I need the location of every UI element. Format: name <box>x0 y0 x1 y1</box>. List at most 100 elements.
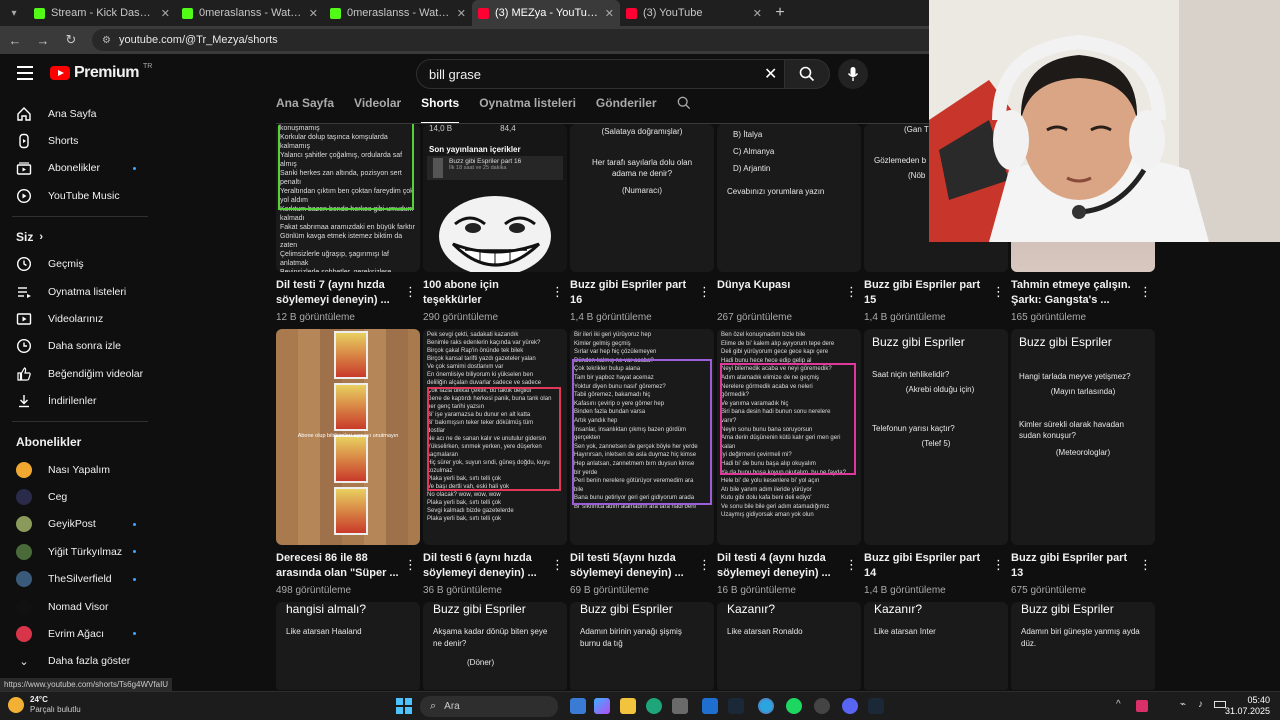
task-view-icon[interactable] <box>570 698 586 714</box>
steam-icon[interactable] <box>728 698 744 714</box>
search-button[interactable] <box>784 59 830 89</box>
more-options-icon[interactable]: ⋮ <box>551 557 564 573</box>
browser-tab[interactable]: (3) MEZya - YouTube ✕ <box>472 0 620 26</box>
more-options-icon[interactable]: ⋮ <box>1139 284 1152 300</box>
app-icon[interactable] <box>814 698 830 714</box>
tray-network-icon[interactable]: ⌁ <box>1180 699 1186 710</box>
sidebar-subscription[interactable]: Nomad Visor <box>0 593 160 620</box>
short-thumbnail[interactable]: Buzz gibi Espriler Akşama kadar dönüp bit… <box>423 602 567 690</box>
channel-tab[interactable]: Ana Sayfa <box>276 96 334 124</box>
tray-chevron-icon[interactable]: ^ <box>1116 699 1121 710</box>
sidebar-item-playlists[interactable]: Oynatma listeleri <box>0 278 160 305</box>
discord-icon[interactable] <box>842 698 858 714</box>
browser-tab[interactable]: (3) YouTube ✕ <box>620 0 768 26</box>
short-title[interactable]: Derecesi 86 ile 88 arasında olan "Süper … <box>276 551 406 581</box>
start-button[interactable] <box>396 698 412 714</box>
short-thumbnail[interactable]: hangisi almalı? Like atarsan Haaland <box>276 602 420 690</box>
more-options-icon[interactable]: ⋮ <box>404 557 417 573</box>
short-title[interactable]: Buzz gibi Espriler part 14 <box>864 551 994 581</box>
short-thumbnail[interactable]: Buzz gibi Espriler Adamın birinin yanağı … <box>570 602 714 690</box>
search-input[interactable]: bill grase <box>416 59 790 89</box>
close-tab-icon[interactable]: ✕ <box>753 7 762 20</box>
channel-tab[interactable]: Gönderiler <box>596 96 657 124</box>
close-tab-icon[interactable]: ✕ <box>457 7 466 20</box>
edge-icon[interactable] <box>646 698 662 714</box>
more-options-icon[interactable]: ⋮ <box>551 284 564 300</box>
short-title[interactable]: Dünya Kupası <box>717 278 847 293</box>
short-thumbnail[interactable]: Buzz gibi Espriler Saat niçin tehlikelid… <box>864 329 1008 545</box>
more-options-icon[interactable]: ⋮ <box>1139 557 1152 573</box>
short-thumbnail[interactable]: Abone olup bildirimleri açmayı unutmayın <box>276 329 420 545</box>
new-tab-button[interactable]: + <box>768 4 792 22</box>
more-options-icon[interactable]: ⋮ <box>698 557 711 573</box>
short-title[interactable]: Buzz gibi Espriler part 16 <box>570 278 700 308</box>
youtube-premium-logo[interactable]: Premium TR <box>50 63 152 82</box>
spotify-icon[interactable] <box>786 698 802 714</box>
sidebar-item-music[interactable]: YouTube Music <box>0 182 160 209</box>
sidebar-subscription[interactable]: TheSilverfield <box>0 565 160 592</box>
short-thumbnail[interactable]: Pek sevgi çekti, sadakati kazandık Beniml… <box>423 329 567 545</box>
steam-icon[interactable] <box>868 698 884 714</box>
tab-search-menu-icon[interactable]: ▾ <box>0 0 28 26</box>
sidebar-item-download[interactable]: İndirilenler <box>0 388 160 415</box>
voice-search-button[interactable] <box>838 59 868 89</box>
sidebar-item-watch-later[interactable]: Daha sonra izle <box>0 333 160 360</box>
close-tab-icon[interactable]: ✕ <box>309 7 318 20</box>
tray-app-icon[interactable] <box>1136 700 1148 712</box>
chrome-icon[interactable] <box>758 698 774 714</box>
reload-icon[interactable]: ↻ <box>64 32 78 48</box>
short-title[interactable]: Tahmin etmeye çalışın. Şarkı: Gangsta's … <box>1011 278 1141 308</box>
short-title[interactable]: Dil testi 7 (aynı hızda söylemeyi deneyi… <box>276 278 406 308</box>
browser-tab[interactable]: Stream - Kick Dashboard ✕ <box>28 0 176 26</box>
clear-search-icon[interactable]: ✕ <box>764 64 777 84</box>
menu-icon[interactable] <box>17 66 33 80</box>
clock[interactable]: 05:40 31.07.2025 <box>1225 695 1270 717</box>
sidebar-show-more[interactable]: ⌄ Daha fazla göster <box>0 648 160 675</box>
store-icon[interactable] <box>672 698 688 714</box>
short-thumbnail[interactable]: Buzz gibi Espriler Hangi tarlada meyve y… <box>1011 329 1155 545</box>
copilot-icon[interactable] <box>594 698 610 714</box>
short-thumbnail[interactable]: Bir ileri iki geri yürüyoruz hep Kimler g… <box>570 329 714 545</box>
more-options-icon[interactable]: ⋮ <box>404 284 417 300</box>
taskbar-search[interactable]: ⌕ Ara <box>420 696 558 717</box>
sidebar-you-header[interactable]: Siz › <box>0 223 160 251</box>
short-thumbnail[interactable]: B) İtalya C) Almanya D) Arjantin Cevabın… <box>717 124 861 272</box>
short-title[interactable]: Dil testi 6 (aynı hızda söylemeyi deneyi… <box>423 551 553 581</box>
short-thumbnail[interactable]: 14,0 B 84,4 Son yayınlanan içerikler Buz… <box>423 124 567 272</box>
channel-tab[interactable]: Oynatma listeleri <box>479 96 576 124</box>
channel-search-icon[interactable] <box>677 96 691 124</box>
sidebar-item-liked[interactable]: Beğendiğim videolar <box>0 360 160 387</box>
more-options-icon[interactable]: ⋮ <box>845 284 858 300</box>
sidebar-item-shorts[interactable]: Shorts <box>0 127 160 154</box>
weather-widget[interactable]: 24°C Parçalı bulutlu <box>8 695 81 715</box>
short-thumbnail[interactable]: Buzz gibi Espriler Adamın biri güneşte ya… <box>1011 602 1155 690</box>
close-tab-icon[interactable]: ✕ <box>605 7 614 20</box>
sidebar-item-subscriptions[interactable]: Abonelikler <box>0 155 160 182</box>
short-title[interactable]: Dil testi 4 (aynı hızda söylemeyi deneyi… <box>717 551 847 581</box>
forward-icon[interactable]: → <box>36 33 50 48</box>
sidebar-subscription[interactable]: Nası Yapalım <box>0 456 160 483</box>
short-title[interactable]: Buzz gibi Espriler part 15 <box>864 278 994 308</box>
short-title[interactable]: 100 abone için teşekkürler <box>423 278 553 308</box>
more-options-icon[interactable]: ⋮ <box>992 557 1005 573</box>
sidebar-subscription[interactable]: Ceg <box>0 483 160 510</box>
more-options-icon[interactable]: ⋮ <box>698 284 711 300</box>
short-thumbnail[interactable]: Ben özel konuşmadım bizle bile Elime de b… <box>717 329 861 545</box>
sidebar-item-your-videos[interactable]: Videolarınız <box>0 305 160 332</box>
outlook-icon[interactable] <box>702 698 718 714</box>
short-thumbnail[interactable]: (Salataya doğramışlar) Her tarafı sayıla… <box>570 124 714 272</box>
short-title[interactable]: Dil testi 5(aynı hızda söylemeyi deneyin… <box>570 551 700 581</box>
channel-tab[interactable]: Shorts <box>421 96 460 124</box>
sidebar-subscription[interactable]: Yiğit Türkyılmaz <box>0 538 160 565</box>
file-explorer-icon[interactable] <box>620 698 636 714</box>
browser-tab[interactable]: 0meraslanss - Watch clips on K ✕ <box>176 0 324 26</box>
short-thumbnail[interactable]: konuşmamış Korkular dolup taşınca komşula… <box>276 124 420 272</box>
sidebar-subscription[interactable]: Evrim Ağacı <box>0 620 160 647</box>
more-options-icon[interactable]: ⋮ <box>992 284 1005 300</box>
browser-tab[interactable]: 0meraslanss - Watch clips on K ✕ <box>324 0 472 26</box>
short-thumbnail[interactable]: Kazanır? Like atarsan Ronaldo <box>717 602 861 690</box>
channel-tab[interactable]: Videolar <box>354 96 401 124</box>
sidebar-item-home[interactable]: Ana Sayfa <box>0 100 160 127</box>
site-info-icon[interactable]: ⚙ <box>102 35 111 46</box>
sidebar-subscription[interactable]: GeyikPost <box>0 511 160 538</box>
